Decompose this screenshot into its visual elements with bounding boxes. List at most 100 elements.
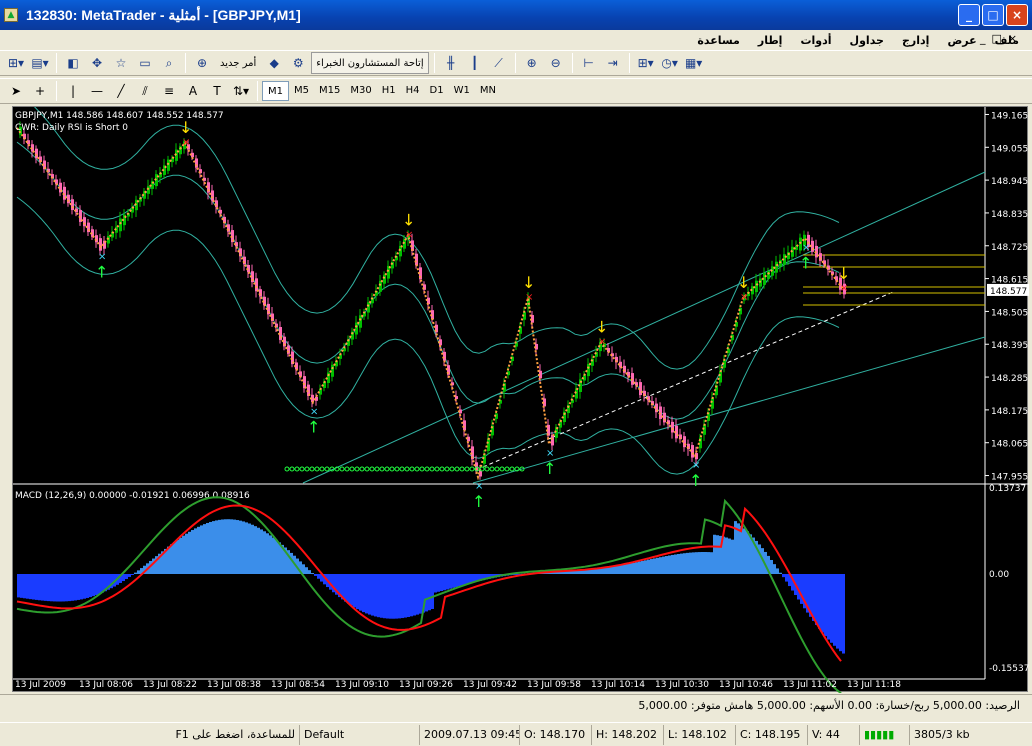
macd-histogram-bar: [656, 557, 659, 574]
timeframe-h4[interactable]: H4: [401, 81, 425, 101]
buy-marker-icon: ×: [692, 460, 700, 471]
macd-histogram-bar: [257, 527, 260, 574]
bar-chart-icon[interactable]: ╫: [440, 52, 462, 74]
timeframe-m15[interactable]: M15: [314, 81, 345, 101]
macd-histogram-bar: [176, 539, 179, 574]
timeframe-m1[interactable]: M1: [262, 81, 289, 101]
bar-datetime: 2009.07.13 09:45: [420, 724, 520, 745]
templates-icon[interactable]: ▦▾: [683, 52, 705, 74]
menu-charts[interactable]: جداول: [841, 34, 893, 47]
profiles-icon[interactable]: ▤▾: [29, 52, 51, 74]
candle-body: [367, 302, 370, 313]
zoom-in-icon[interactable]: ⊕: [521, 52, 543, 74]
maximize-button[interactable]: □: [982, 4, 1004, 26]
macd-histogram-bar: [440, 574, 443, 592]
macd-histogram-bar: [29, 574, 32, 600]
data-window-icon[interactable]: ✥: [86, 52, 108, 74]
menu-insert[interactable]: إدارج: [893, 34, 938, 47]
macd-histogram-bar: [374, 574, 377, 617]
expert-advisors-icon[interactable]: ⚙: [287, 52, 309, 74]
macd-histogram-bar: [455, 574, 458, 587]
text-box-icon[interactable]: T: [206, 80, 228, 102]
macd-histogram-bar: [617, 565, 620, 574]
equidistant-channel-icon[interactable]: ⫽: [134, 80, 156, 102]
macd-histogram-bar: [668, 555, 671, 574]
macd-histogram-bar: [305, 567, 308, 574]
candle-body: [711, 398, 714, 409]
market-watch-icon[interactable]: ◧: [62, 52, 84, 74]
text-label-icon[interactable]: A: [182, 80, 204, 102]
macd-histogram-bar: [662, 556, 665, 574]
new-chart-icon[interactable]: ⊞▾: [5, 52, 27, 74]
timeframe-m30[interactable]: M30: [345, 81, 376, 101]
macd-histogram-bar: [458, 574, 461, 587]
menu-help[interactable]: مساعدة: [688, 34, 749, 47]
chart-shift-icon[interactable]: ⊢: [578, 52, 600, 74]
navigator-icon[interactable]: ☆: [110, 52, 132, 74]
doc-restore-button[interactable]: □: [992, 32, 1002, 45]
macd-histogram-bar: [350, 574, 353, 606]
timeframe-d1[interactable]: D1: [425, 81, 449, 101]
menu-view[interactable]: عرض: [938, 34, 985, 47]
time-tick-label: 13 Jul 09:42: [463, 680, 517, 690]
vertical-line-icon[interactable]: |: [62, 80, 84, 102]
macd-histogram-bar: [671, 554, 674, 574]
metatrader-app-icon[interactable]: ▲: [4, 8, 18, 22]
support-dot: [359, 466, 365, 472]
candle-body: [255, 278, 258, 292]
close-button[interactable]: ×: [1006, 4, 1028, 26]
price-chart[interactable]: 149.165149.055148.945148.835148.725148.6…: [13, 107, 1029, 693]
buy-arrow-icon: ↑: [95, 262, 108, 281]
macd-histogram-bar: [353, 574, 356, 608]
macd-histogram-bar: [605, 567, 608, 574]
line-chart-icon[interactable]: ⟋: [488, 52, 510, 74]
fibonacci-icon[interactable]: ≡: [158, 80, 180, 102]
arrows-icon[interactable]: ⇅▾: [230, 80, 252, 102]
expert-advisors-button[interactable]: إتاحة المستشارون الخبراء: [311, 52, 429, 74]
horizontal-line-icon[interactable]: —: [86, 80, 108, 102]
periods-icon[interactable]: ◷▾: [659, 52, 681, 74]
support-dot: [459, 466, 465, 472]
indicators-icon[interactable]: ⊞▾: [635, 52, 657, 74]
macd-histogram-bar: [35, 574, 38, 600]
macd-histogram-bar: [686, 552, 689, 574]
macd-histogram-bar: [410, 574, 413, 617]
candle-body: [399, 245, 402, 257]
support-dot: [409, 466, 415, 472]
menu-window[interactable]: إطار: [749, 34, 792, 47]
autoscroll-icon[interactable]: ⇥: [602, 52, 624, 74]
doc-minimize-button[interactable]: _: [980, 32, 986, 45]
macd-histogram-bar: [359, 574, 362, 611]
profile-name: Default: [300, 724, 420, 745]
time-tick-label: 13 Jul 11:18: [847, 680, 901, 690]
timeframe-w1[interactable]: W1: [449, 81, 475, 101]
minimize-button[interactable]: _: [958, 4, 980, 26]
metaeditor-icon[interactable]: ◆: [263, 52, 285, 74]
trendline-icon[interactable]: ╱: [110, 80, 132, 102]
support-dot: [484, 466, 490, 472]
timeframe-h1[interactable]: H1: [377, 81, 401, 101]
bar-low: L: 148.102: [664, 724, 736, 745]
macd-histogram-bar: [449, 574, 452, 589]
macd-histogram-bar: [467, 574, 470, 584]
strategy-tester-icon[interactable]: ⌕: [158, 52, 180, 74]
macd-histogram-bar: [224, 519, 227, 574]
timeframe-mn[interactable]: MN: [475, 81, 501, 101]
menu-tools[interactable]: أدوات: [791, 34, 840, 47]
new-order-icon[interactable]: ⊕: [191, 52, 213, 74]
doc-close-button[interactable]: ×: [1008, 32, 1017, 45]
macd-histogram-bar: [272, 537, 275, 574]
candlestick-icon[interactable]: ┃: [464, 52, 486, 74]
macd-histogram-bar: [134, 572, 137, 574]
terminal-icon[interactable]: ▭: [134, 52, 156, 74]
new-order-button[interactable]: أمر جديد: [215, 52, 261, 74]
timeframe-m5[interactable]: M5: [289, 81, 314, 101]
macd-histogram-bar: [821, 574, 824, 633]
macd-histogram-bar: [20, 574, 23, 598]
macd-histogram-bar: [344, 574, 347, 602]
candle-body: [719, 371, 722, 383]
cursor-icon[interactable]: ➤: [5, 80, 27, 102]
crosshair-icon[interactable]: +: [29, 80, 51, 102]
zoom-out-icon[interactable]: ⊖: [545, 52, 567, 74]
chart-window[interactable]: 149.165 149.055 148.945 148.835 148.725 148.6…: [12, 106, 1029, 693]
